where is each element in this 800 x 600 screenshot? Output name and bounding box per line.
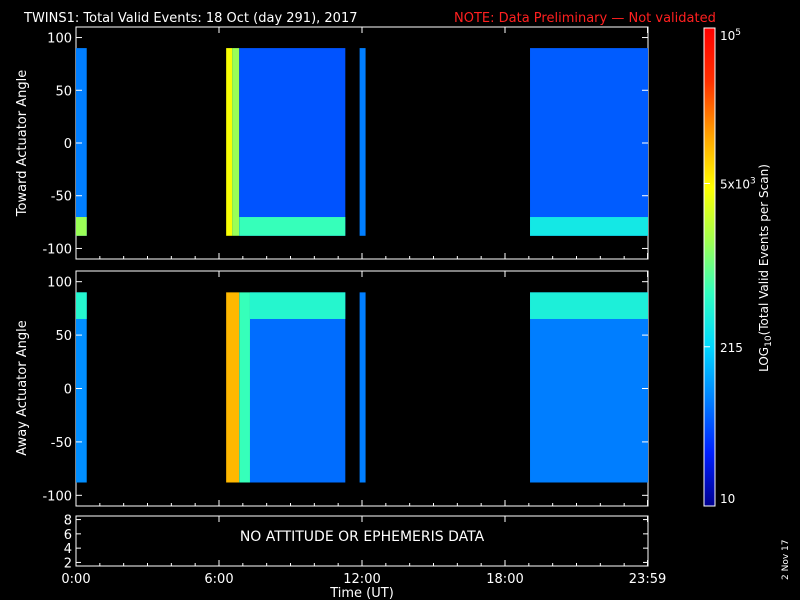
toward-y-tick-label: 100 [47, 32, 72, 47]
twins-plot: TWINS1: Total Valid Events: 18 Oct (day … [15, 11, 791, 600]
toward-edge-band [530, 217, 648, 236]
toward-y-tick-label: 0 [64, 137, 72, 152]
away-edge-band [76, 292, 87, 319]
toward-panel: 100 50 0 -50 -100 Toward Actuator Angle [15, 26, 649, 260]
time-tick-label: 12:00 [343, 572, 380, 587]
away-y-axis-label: Away Actuator Angle [15, 320, 30, 455]
toward-data-block [226, 48, 233, 236]
colorbar: 1055x10321510 LOG10(Total Valid Events p… [703, 27, 774, 507]
away-edge-band [530, 292, 648, 319]
colorbar-tick-value: 10 [720, 492, 735, 506]
toward-data-block [239, 48, 346, 236]
toward-data-block [359, 48, 366, 236]
plot-title: TWINS1: Total Valid Events: 18 Oct (day … [23, 11, 358, 26]
colorbar-label: LOG10(Total Valid Events per Scan) [757, 164, 774, 372]
attitude-y-tick-label: 4 [64, 542, 72, 557]
colorbar-tick-exponent: 3 [750, 176, 756, 186]
no-data-message: NO ATTITUDE OR EPHEMERIS DATA [240, 529, 485, 545]
away-data-block [359, 292, 366, 483]
attitude-y-tick-label: 8 [64, 514, 72, 529]
colorbar-label-sub: 10 [764, 335, 774, 347]
away-data-block [76, 292, 87, 483]
colorbar-tick-label: 105 [720, 28, 741, 43]
attitude-y-tick-label: 2 [64, 556, 72, 571]
time-tick-label: 0:00 [61, 572, 90, 587]
away-data-block [249, 292, 346, 483]
colorbar-tick-label: 215 [720, 341, 743, 355]
toward-y-axis-label: Toward Actuator Angle [15, 70, 30, 217]
toward-y-tick-label: -50 [51, 190, 72, 205]
away-y-tick-label: 0 [64, 383, 72, 398]
toward-edge-band [239, 217, 346, 236]
date-stamp: 2 Nov 17 [781, 540, 791, 580]
time-tick-label: 23:59 [629, 572, 666, 587]
toward-data-block [76, 48, 87, 236]
attitude-y-tick-label: 6 [64, 528, 72, 543]
colorbar-label-rest: (Total Valid Events per Scan) [757, 164, 771, 335]
time-tick-label: 6:00 [204, 572, 233, 587]
time-tick-label: 18:00 [486, 572, 523, 587]
toward-y-tick-label: -100 [42, 242, 72, 257]
away-y-tick-label: -100 [42, 489, 72, 504]
toward-data-block [530, 48, 648, 236]
away-y-tick-label: 100 [47, 276, 72, 291]
colorbar-tick-label: 10 [720, 492, 735, 506]
colorbar-tick-value: 5x10 [720, 177, 750, 191]
away-y-tick-label: -50 [51, 436, 72, 451]
colorbar-tick-label: 5x103 [720, 176, 756, 191]
colorbar-label-main: LOG [757, 347, 771, 372]
toward-edge-band [76, 217, 87, 236]
away-data-block [226, 292, 240, 483]
attitude-panel: 8642 NO ATTITUDE OR EPHEMERIS DATA [64, 514, 649, 571]
toward-y-tick-label: 50 [55, 84, 72, 99]
preliminary-note: NOTE: Data Preliminary — Not validated [454, 11, 716, 26]
colorbar-tick-value: 215 [720, 341, 743, 355]
away-y-tick-label: 50 [55, 329, 72, 344]
time-axis-label: Time (UT) [329, 586, 394, 600]
away-data-block [239, 292, 250, 483]
colorbar-tick-value: 10 [720, 29, 735, 43]
colorbar-tick-exponent: 5 [735, 28, 741, 38]
colorbar-scale [703, 27, 716, 507]
away-panel: 100 50 0 -50 -100 Away Actuator Angle [15, 270, 649, 507]
away-data-block [530, 292, 648, 483]
away-edge-band [249, 292, 346, 319]
toward-data-block [232, 48, 240, 236]
